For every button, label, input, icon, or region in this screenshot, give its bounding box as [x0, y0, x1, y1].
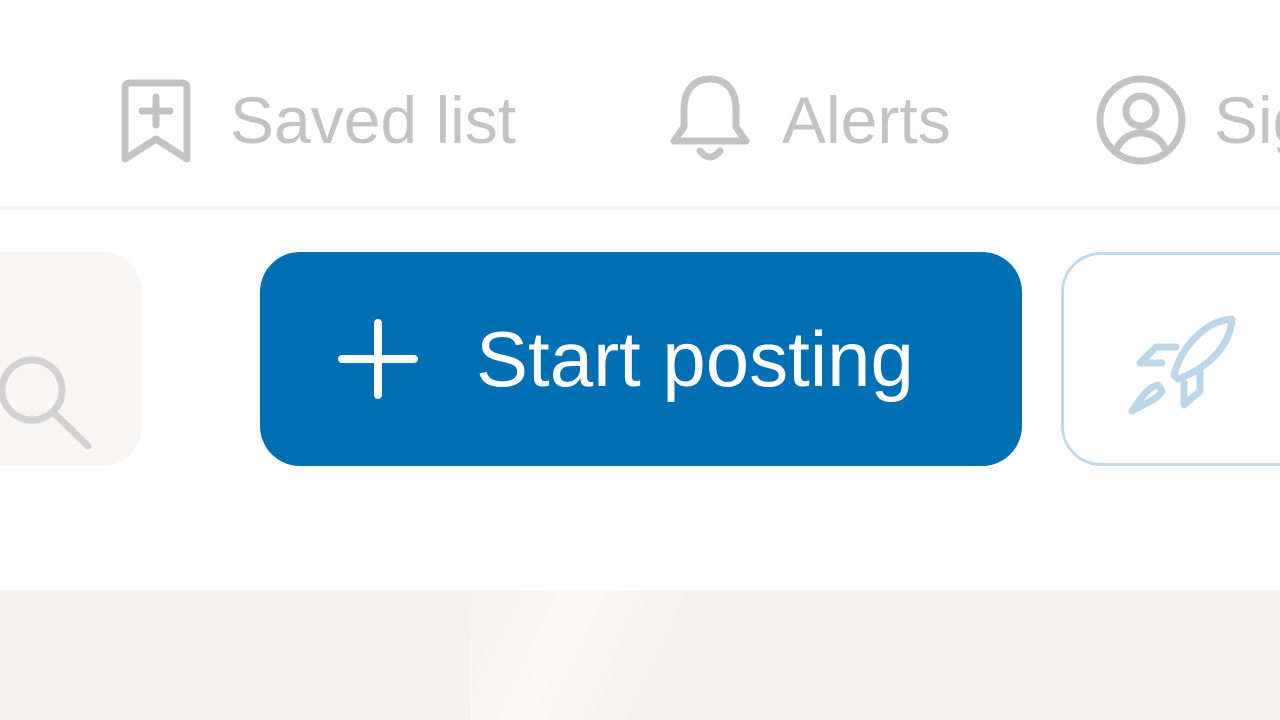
bookmark-plus-icon: [118, 75, 194, 165]
saved-list-link[interactable]: Saved list: [118, 70, 516, 170]
user-circle-icon: [1094, 73, 1188, 167]
sign-in-link[interactable]: Sig: [1094, 70, 1280, 170]
search-icon: [0, 348, 98, 463]
search-button[interactable]: [0, 252, 142, 466]
start-posting-label: Start posting: [476, 314, 914, 403]
content-background: [0, 590, 1280, 720]
action-row: Start posting: [0, 210, 1280, 590]
sign-in-label: Sig: [1214, 83, 1280, 157]
background-light-streak: [470, 590, 730, 720]
rocket-icon: [1128, 307, 1238, 422]
bell-icon: [668, 73, 752, 167]
top-nav: Saved list Alerts Sig: [0, 0, 1280, 210]
boost-button[interactable]: [1061, 252, 1280, 466]
alerts-label: Alerts: [782, 83, 951, 157]
page: Saved list Alerts Sig: [0, 0, 1280, 720]
alerts-link[interactable]: Alerts: [668, 70, 951, 170]
plus-icon: [338, 319, 418, 399]
start-posting-button[interactable]: Start posting: [260, 252, 1022, 466]
saved-list-label: Saved list: [230, 83, 517, 157]
